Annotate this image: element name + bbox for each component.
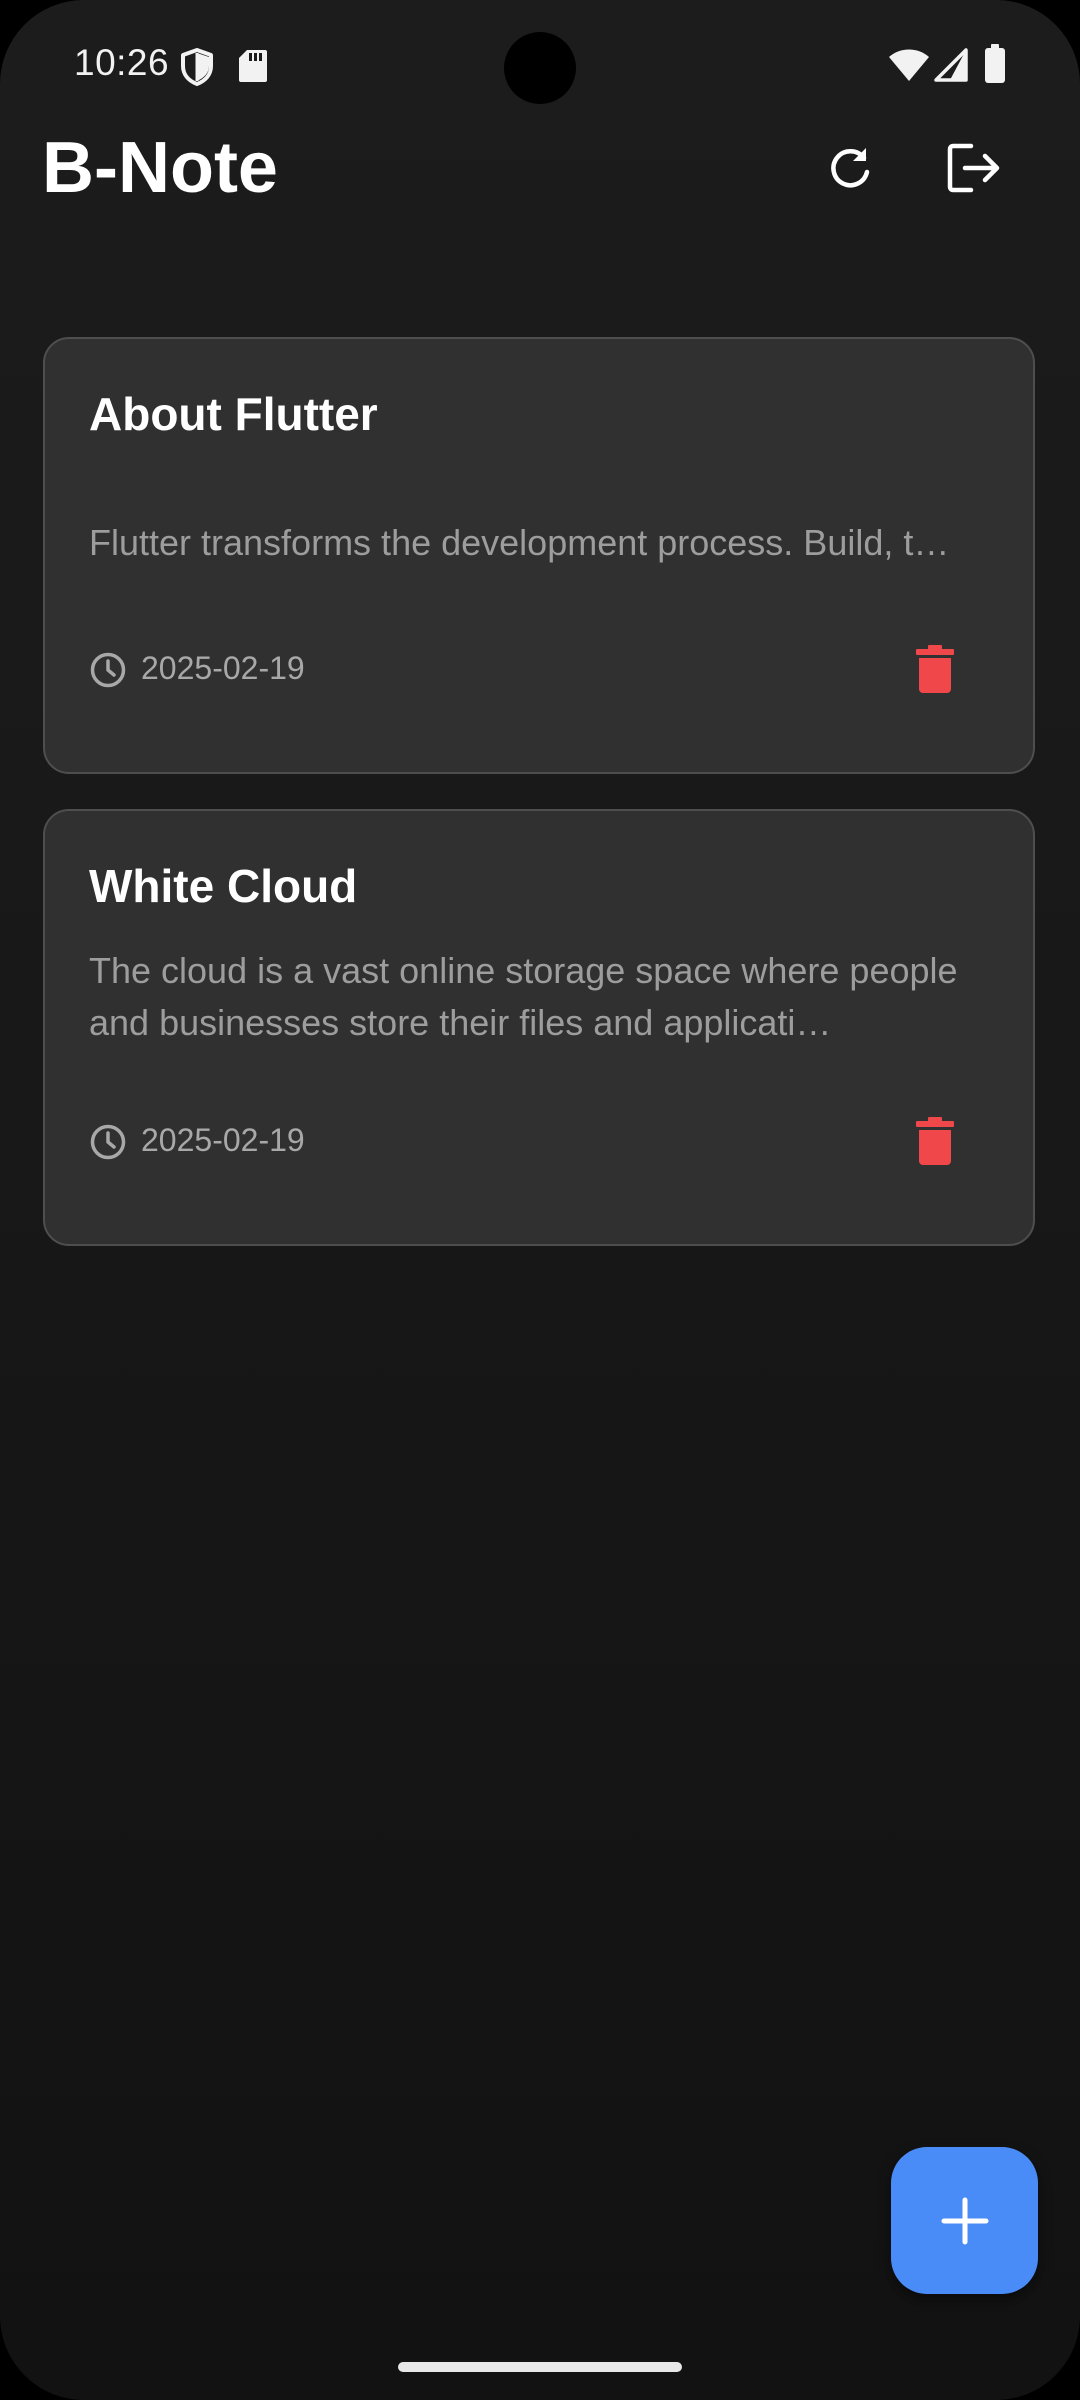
note-date: 2025-02-19 bbox=[141, 650, 305, 686]
note-preview: The cloud is a vast online storage space… bbox=[89, 950, 958, 1043]
delete-note-button[interactable] bbox=[899, 1105, 971, 1177]
add-note-button[interactable] bbox=[891, 2147, 1038, 2294]
note-card[interactable]: About Flutter Flutter transforms the dev… bbox=[43, 337, 1035, 774]
gesture-navigation-bar[interactable] bbox=[398, 2362, 682, 2372]
trash-icon bbox=[916, 645, 954, 693]
status-time: 10:26 bbox=[74, 42, 170, 83]
note-title: About Flutter bbox=[89, 388, 378, 440]
logout-button[interactable] bbox=[926, 120, 1022, 216]
clock-icon bbox=[90, 652, 126, 688]
note-preview: Flutter transforms the development proce… bbox=[89, 522, 950, 563]
refresh-icon bbox=[831, 148, 870, 188]
trash-icon bbox=[916, 1117, 954, 1165]
front-camera bbox=[504, 32, 576, 104]
logout-icon bbox=[947, 143, 1000, 193]
wifi-icon bbox=[889, 49, 929, 81]
app-title: B-Note bbox=[42, 128, 278, 208]
sd-card-icon bbox=[239, 50, 267, 82]
note-title: White Cloud bbox=[89, 860, 358, 912]
screen: 10:26 B-Note About Flutter Flutter trans… bbox=[0, 0, 1080, 2400]
vpn-shield-icon bbox=[181, 48, 213, 86]
clock-icon bbox=[90, 1124, 126, 1160]
refresh-button[interactable] bbox=[802, 120, 898, 216]
plus-icon bbox=[941, 2197, 988, 2244]
note-date: 2025-02-19 bbox=[141, 1122, 305, 1158]
delete-note-button[interactable] bbox=[899, 633, 971, 705]
note-card[interactable]: White Cloud The cloud is a vast online s… bbox=[43, 809, 1035, 1246]
battery-icon bbox=[985, 44, 1005, 83]
cellular-signal-icon bbox=[934, 48, 968, 82]
